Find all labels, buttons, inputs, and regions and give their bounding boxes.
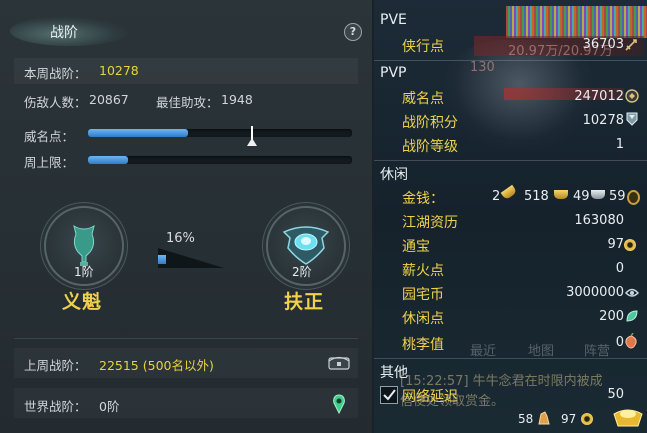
leisure-item-label: 江湖资历: [402, 215, 458, 231]
last-week-value: 22515 (500名以外): [99, 358, 214, 373]
prestige-token-icon: [625, 89, 639, 103]
help-button[interactable]: ?: [344, 23, 362, 41]
money-copper-value: 59: [609, 189, 626, 204]
pvp-item-label: 威名点: [402, 91, 444, 107]
leisure-item-value: 200: [599, 309, 624, 324]
leisure-item-label: 通宝: [402, 239, 430, 255]
assist-label: 最佳助攻：: [156, 95, 219, 110]
silver-large-ingot-icon: [554, 190, 568, 199]
pvp-item-label: 战阶积分: [402, 115, 458, 131]
leisure-item-value: 3000000: [566, 285, 624, 300]
leisure-item-value: 0: [615, 261, 624, 276]
leisure-title: 休闲: [380, 167, 408, 183]
weekly-rank-label: 本周战阶：: [24, 66, 87, 81]
world-rank-value: 0阶: [99, 399, 120, 414]
location-pin-icon[interactable]: [332, 394, 346, 414]
tab-recent: 最近: [470, 344, 497, 359]
leisure-item-value: 0: [615, 335, 624, 350]
kills-value: 20867: [89, 92, 129, 107]
copper-coin-icon: [627, 190, 640, 205]
rank-progress-track: [158, 248, 224, 268]
latency-value: 50: [607, 387, 624, 402]
leisure-item-label: 桃李值: [402, 337, 444, 353]
pve-item-value: 36703: [582, 37, 624, 52]
background-artifact: [506, 6, 647, 38]
leisure-item-label: 休闲点: [402, 311, 444, 327]
tab-map: 地图: [528, 344, 555, 359]
latency-label: 网络延迟: [402, 389, 458, 405]
footer-count-b: 97: [561, 412, 577, 426]
latency-checkbox[interactable]: [380, 386, 398, 404]
pvp-title: PVP: [380, 65, 407, 81]
last-week-label: 上周战阶：: [24, 358, 87, 373]
footer-coin-icon: [581, 413, 593, 425]
pvp-item-value: 1: [615, 137, 624, 152]
rank-next-name: 扶正: [284, 291, 325, 313]
rank-current-name: 义魁: [62, 291, 103, 313]
divider: [374, 160, 647, 161]
rank-next-level: 2阶: [292, 265, 312, 279]
rank-progress-fill: [158, 255, 166, 264]
prestige-bar-fill: [88, 129, 189, 137]
rank-badge-icon: [626, 112, 638, 126]
prestige-bar: [88, 129, 352, 137]
leisure-item-value: 97: [607, 237, 624, 252]
kills-label: 伤敌人数：: [24, 95, 87, 110]
weekly-rank-value: 10278: [99, 63, 139, 78]
rank-progress-percent: 16%: [166, 231, 195, 246]
combat-rank-panel: 战阶 ? 本周战阶： 10278 伤敌人数： 20867 最佳助攻： 1948 …: [0, 0, 372, 433]
leisure-item-value: 163080: [574, 213, 624, 228]
panel-header: 战阶 ?: [0, 0, 372, 48]
divider: [14, 338, 358, 339]
leisure-item-label: 园宅币: [402, 287, 444, 303]
prestige-label: 威名点：: [24, 129, 75, 144]
pvp-item-value: 10278: [582, 113, 624, 128]
house-coin-icon: [624, 288, 640, 297]
chest-icon[interactable]: [328, 354, 350, 370]
tab-camp: 阵营: [584, 344, 611, 359]
checkmark-icon: [383, 389, 396, 401]
divider: [374, 60, 647, 61]
prestige-cap-arrow: [247, 138, 257, 146]
pve-item-label: 侠行点: [402, 39, 444, 55]
world-rank-label: 世界战阶：: [24, 399, 87, 414]
rank-current-level: 1阶: [74, 265, 94, 279]
money-gold-value: 2: [492, 189, 501, 204]
money-silver-value: 49: [573, 189, 590, 204]
weekly-cap-bar: [88, 156, 352, 164]
currency-panel: 20.97万/20.97万 130 PVE 侠行点 36703 PVP 威名点 …: [374, 0, 647, 433]
panel-title: 战阶: [50, 25, 78, 41]
leisure-item-label: 薪火点: [402, 263, 444, 279]
leaf-icon: [626, 310, 638, 322]
pvp-item-label: 战阶等级: [402, 139, 458, 155]
weekly-cap-bar-fill: [88, 156, 128, 164]
tongbao-coin-icon: [624, 239, 636, 251]
stamina-icon: [538, 411, 550, 425]
money-silver-big-value: 518: [524, 189, 549, 204]
footer-count-a: 58: [518, 412, 534, 426]
divider: [374, 358, 647, 359]
silver-ingot-icon: [591, 190, 605, 199]
peach-icon: [625, 333, 637, 349]
money-label: 金钱：: [402, 191, 444, 207]
assist-value: 1948: [221, 92, 253, 107]
pve-title: PVE: [380, 12, 407, 28]
other-title: 其他: [380, 365, 408, 381]
weekly-cap-label: 周上限：: [24, 155, 75, 170]
sword-icon: [625, 39, 637, 51]
background-number: 130: [470, 60, 495, 75]
treasure-ingot-icon[interactable]: [612, 404, 644, 430]
gold-ingot-icon: [500, 184, 518, 201]
pvp-item-value: 247012: [574, 89, 624, 104]
